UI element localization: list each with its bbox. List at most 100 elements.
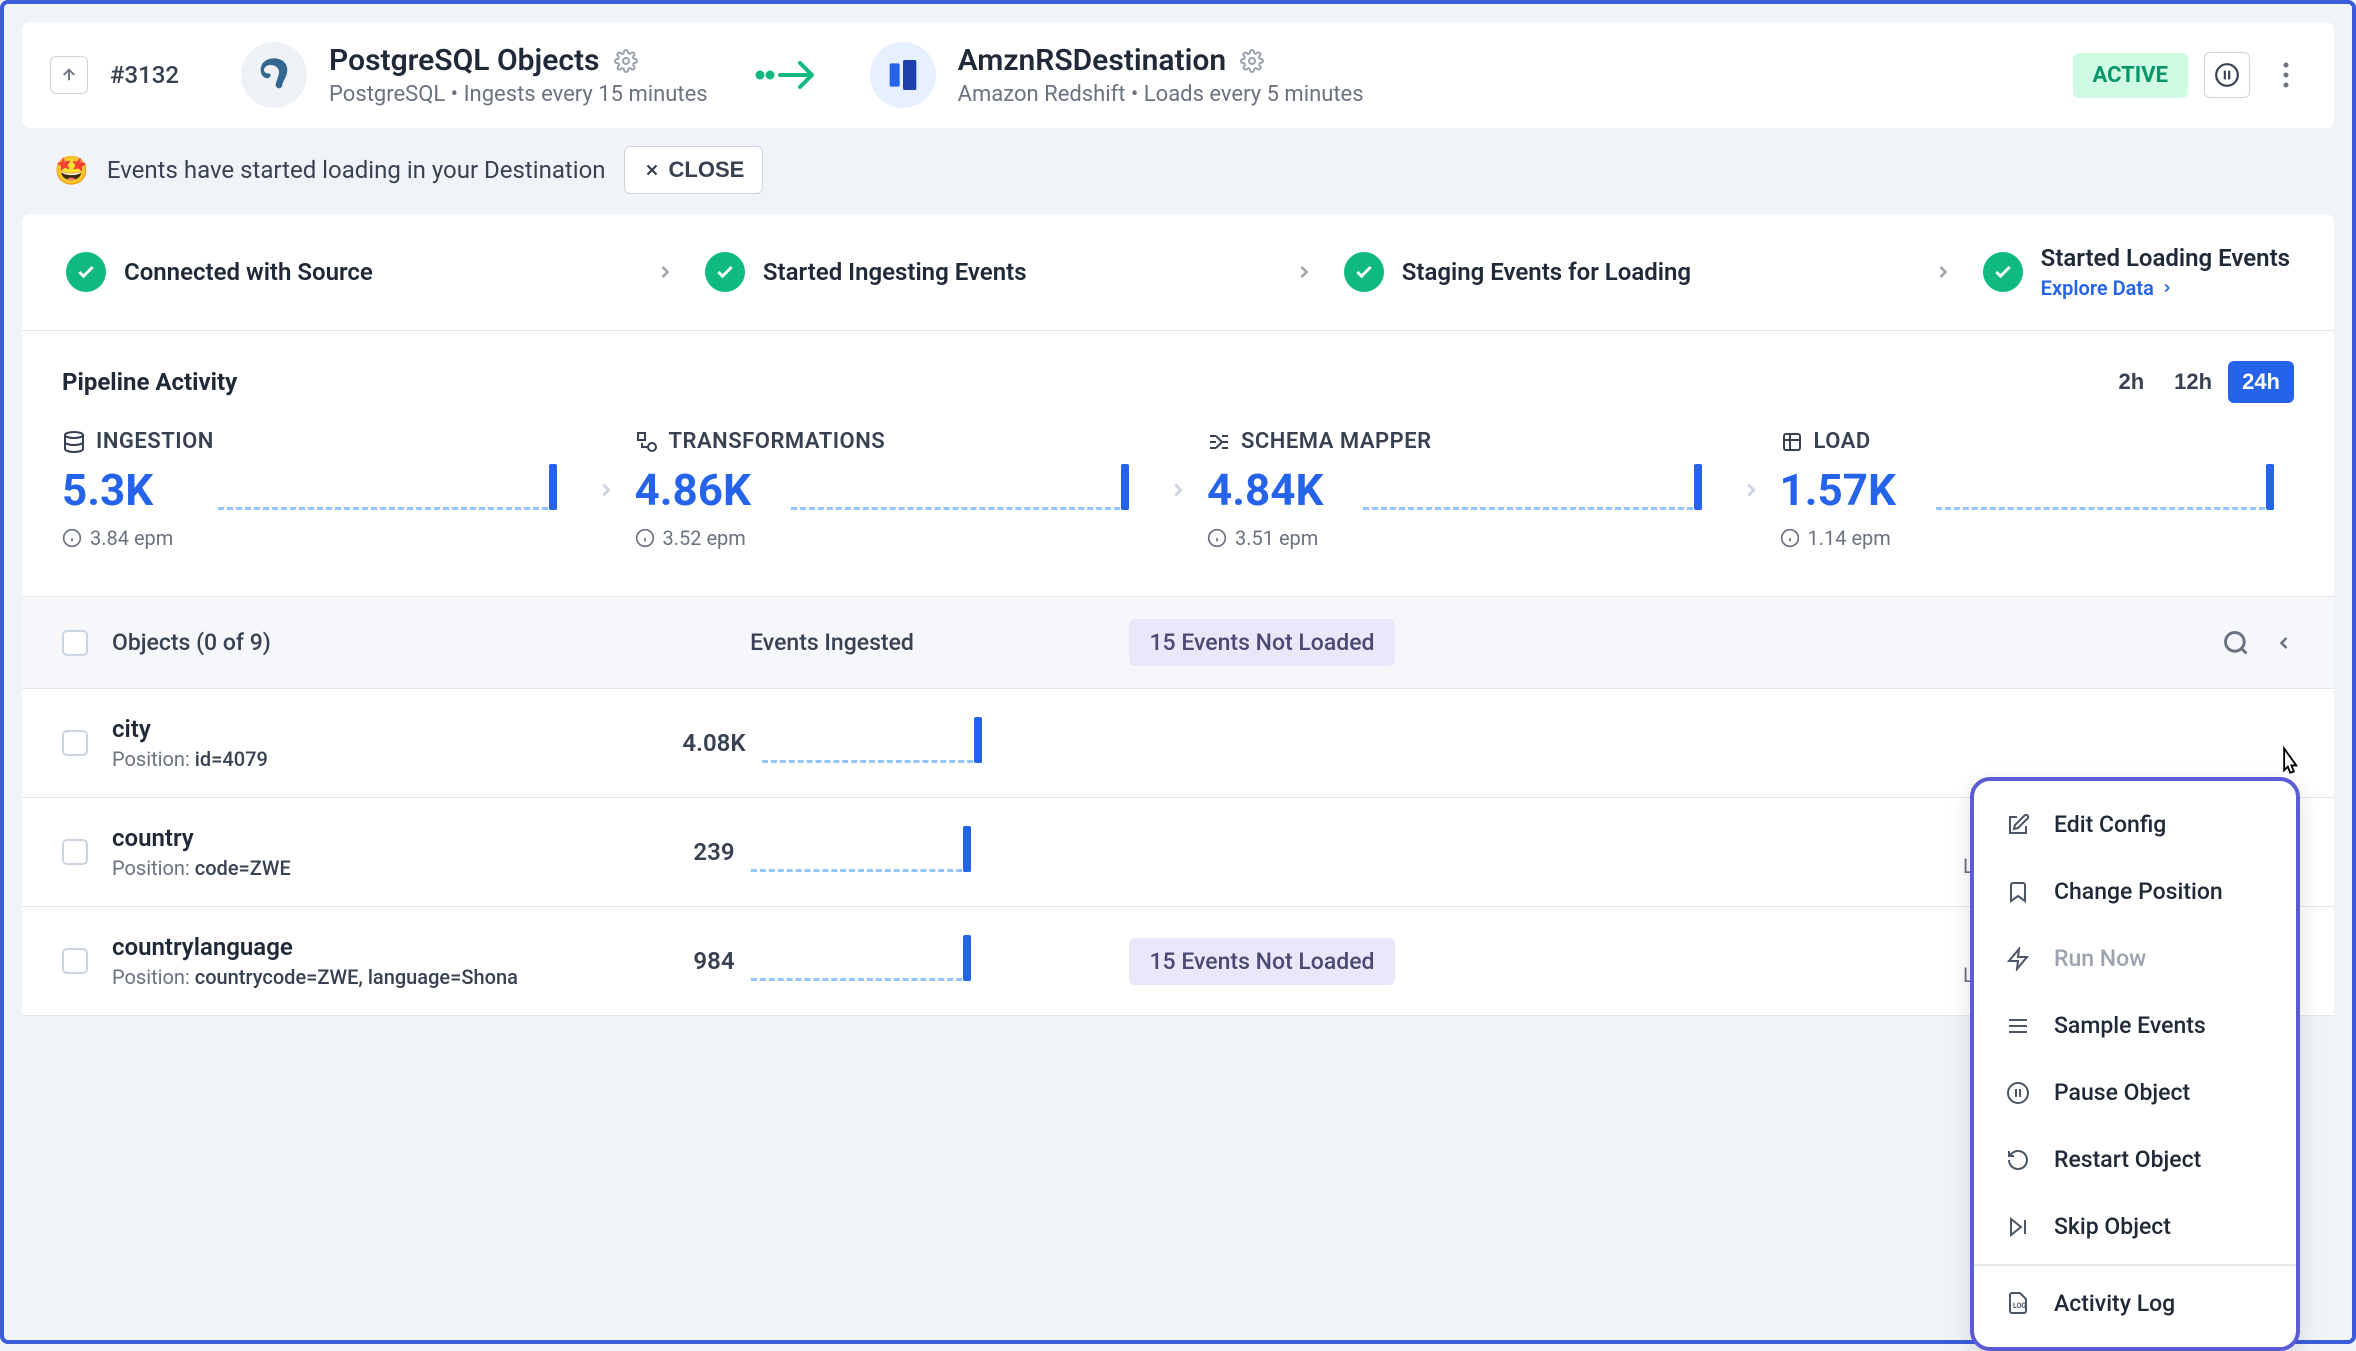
source-title: PostgreSQL Objects [329,43,599,78]
row-checkbox[interactable] [62,839,88,865]
time-range-2h[interactable]: 2h [2104,361,2158,403]
select-all-checkbox[interactable] [62,630,88,656]
time-range-12h[interactable]: 12h [2160,361,2226,403]
info-icon [62,528,82,548]
events-value: 4.08K [682,729,745,757]
banner-close-button[interactable]: CLOSE [624,146,764,194]
sparkline [791,470,1130,510]
sparkline [751,941,971,981]
prev-page-icon[interactable] [2274,629,2294,657]
check-icon [1344,252,1384,292]
menu-label: Sample Events [2054,1012,2206,1039]
pipeline-header: #3132 PostgreSQL Objects PostgreSQL • In… [22,22,2334,128]
row-more-button[interactable] [2244,713,2294,773]
objects-count-label: Objects (0 of 9) [112,629,271,656]
destination-connector-icon [870,42,936,108]
source-block: PostgreSQL Objects PostgreSQL • Ingests … [329,43,708,107]
destination-block: AmznRSDestination Amazon Redshift • Load… [958,43,1364,107]
pause-pipeline-button[interactable] [2204,52,2250,98]
object-name[interactable]: city [112,715,268,743]
metric-value: 1.57K [1780,464,1920,516]
sparkline [751,832,971,872]
metric-rate: 1.14 epm [1808,526,1891,550]
notification-banner: 🤩 Events have started loading in your De… [54,146,2302,194]
info-icon [635,528,655,548]
metric-value: 4.86K [635,464,775,516]
metric-load: LOAD 1.57K 1.14 epm [1780,429,2295,550]
position-label: Position: [112,856,190,880]
chevron-right-icon [595,475,617,505]
metric-title: INGESTION [96,429,214,454]
not-loaded-chip[interactable]: 15 Events Not Loaded [1129,938,1394,985]
events-value: 984 [693,947,734,975]
pipeline-activity-section: Pipeline Activity 2h 12h 24h INGESTION 5… [22,331,2334,596]
menu-label: Pause Object [2054,1079,2190,1106]
destination-title: AmznRSDestination [958,43,1226,78]
menu-label: Edit Config [2054,811,2166,838]
pipeline-more-button[interactable] [2266,55,2306,95]
time-range-24h[interactable]: 24h [2228,361,2294,403]
stage-label: Connected with Source [124,258,373,286]
events-column-header: Events Ingested [622,629,1042,656]
destination-connector: Amazon Redshift [958,82,1126,107]
object-context-menu: Edit Config Change Position Run Now Samp… [1970,777,2300,1351]
sparkline [1936,470,2275,510]
svg-text:LOG: LOG [2013,1302,2026,1310]
search-icon[interactable] [2222,629,2250,657]
source-schedule: Ingests every 15 minutes [464,82,708,107]
schema-icon [1207,430,1231,454]
time-range-selector: 2h 12h 24h [2104,361,2294,403]
row-checkbox[interactable] [62,948,88,974]
menu-label: Run Now [2054,945,2146,972]
check-icon [66,252,106,292]
explore-data-link[interactable]: Explore Data [2041,276,2290,300]
chevron-right-icon [1933,258,1953,286]
menu-restart-object[interactable]: Restart Object [1974,1126,2296,1193]
object-name[interactable]: country [112,824,291,852]
stage-label: Started Loading Events [2041,244,2290,272]
menu-skip-object[interactable]: Skip Object [1974,1193,2296,1260]
menu-pause-object[interactable]: Pause Object [1974,1059,2296,1126]
menu-activity-log[interactable]: LOG Activity Log [1974,1270,2296,1337]
info-icon [1780,528,1800,548]
flow-arrow-icon [754,57,824,93]
log-icon: LOG [2004,1291,2032,1315]
metric-rate: 3.84 epm [90,526,173,550]
menu-change-position[interactable]: Change Position [1974,858,2296,925]
position-value: countrycode=ZWE, language=Shona [195,965,518,989]
edit-icon [2004,813,2032,837]
menu-label: Change Position [2054,878,2223,905]
pipeline-status-badge: ACTIVE [2073,53,2189,98]
menu-label: Skip Object [2054,1213,2171,1240]
row-checkbox[interactable] [62,730,88,756]
stage-label: Staging Events for Loading [1402,258,1691,286]
back-button[interactable] [50,56,88,94]
bolt-icon [2004,947,2032,971]
metric-value: 4.84K [1207,464,1347,516]
metric-ingestion: INGESTION 5.3K 3.84 epm [62,429,577,550]
destination-schedule: Loads every 5 minutes [1144,82,1364,107]
menu-sample-events[interactable]: Sample Events [1974,992,2296,1059]
menu-run-now: Run Now [1974,925,2296,992]
sparkline [1363,470,1702,510]
position-value: id=4079 [195,747,268,771]
restart-icon [2004,1148,2032,1172]
object-name[interactable]: countrylanguage [112,933,518,961]
source-settings-icon[interactable] [614,49,638,73]
menu-edit-config[interactable]: Edit Config [1974,791,2296,858]
list-icon [2004,1014,2032,1038]
metric-title: SCHEMA MAPPER [1241,429,1432,454]
check-icon [1983,252,2023,292]
not-loaded-chip[interactable]: 15 Events Not Loaded [1129,619,1394,666]
chevron-right-icon [1294,258,1314,286]
banner-emoji-icon: 🤩 [54,154,89,187]
source-connector-icon [241,42,307,108]
objects-table-header: Objects (0 of 9) Events Ingested 15 Even… [22,596,2334,689]
check-icon [705,252,745,292]
skip-icon [2004,1215,2032,1239]
pause-icon [2004,1081,2032,1105]
menu-label: Activity Log [2054,1290,2175,1317]
source-connector: PostgreSQL [329,82,445,107]
destination-settings-icon[interactable] [1240,49,1264,73]
info-icon [1207,528,1227,548]
